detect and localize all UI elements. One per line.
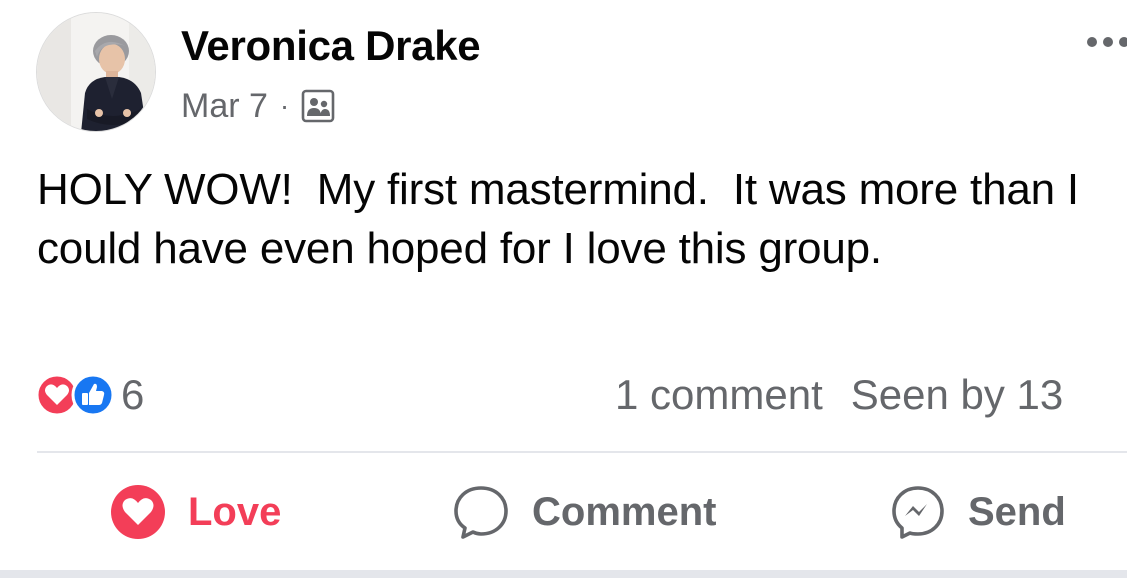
love-button-label: Love: [188, 489, 282, 534]
send-button-label: Send: [968, 489, 1066, 534]
meta-separator: ·: [279, 90, 290, 121]
love-icon: [111, 485, 165, 539]
post-stats: 1 comment Seen by 13: [615, 368, 1063, 422]
author-name[interactable]: Veronica Drake: [181, 22, 481, 70]
post-date[interactable]: Mar 7: [181, 87, 268, 126]
divider: [37, 451, 1127, 453]
comment-icon: [454, 486, 508, 539]
group-icon: [301, 89, 335, 123]
post-card: Veronica Drake Mar 7 · HOLY WOW! My firs…: [0, 0, 1127, 570]
comment-button[interactable]: Comment: [452, 484, 716, 540]
comment-count-link[interactable]: 1 comment: [615, 371, 823, 419]
seen-by-link[interactable]: Seen by 13: [851, 371, 1064, 419]
post-meta: Mar 7 ·: [181, 84, 335, 128]
reactions-summary[interactable]: 6: [35, 368, 144, 422]
love-button[interactable]: Love: [110, 484, 281, 540]
avatar-photo: [37, 13, 155, 131]
messenger-icon: [892, 486, 944, 539]
feed-separator: [0, 570, 1127, 578]
post-text: HOLY WOW! My first mastermind. It was mo…: [37, 165, 1091, 273]
comment-button-label: Comment: [532, 489, 717, 534]
like-reaction-icon: [71, 373, 115, 417]
more-options-icon[interactable]: [1086, 30, 1127, 54]
reaction-count: 6: [121, 371, 145, 418]
author-avatar[interactable]: [36, 12, 156, 132]
send-button[interactable]: Send: [890, 484, 1066, 540]
